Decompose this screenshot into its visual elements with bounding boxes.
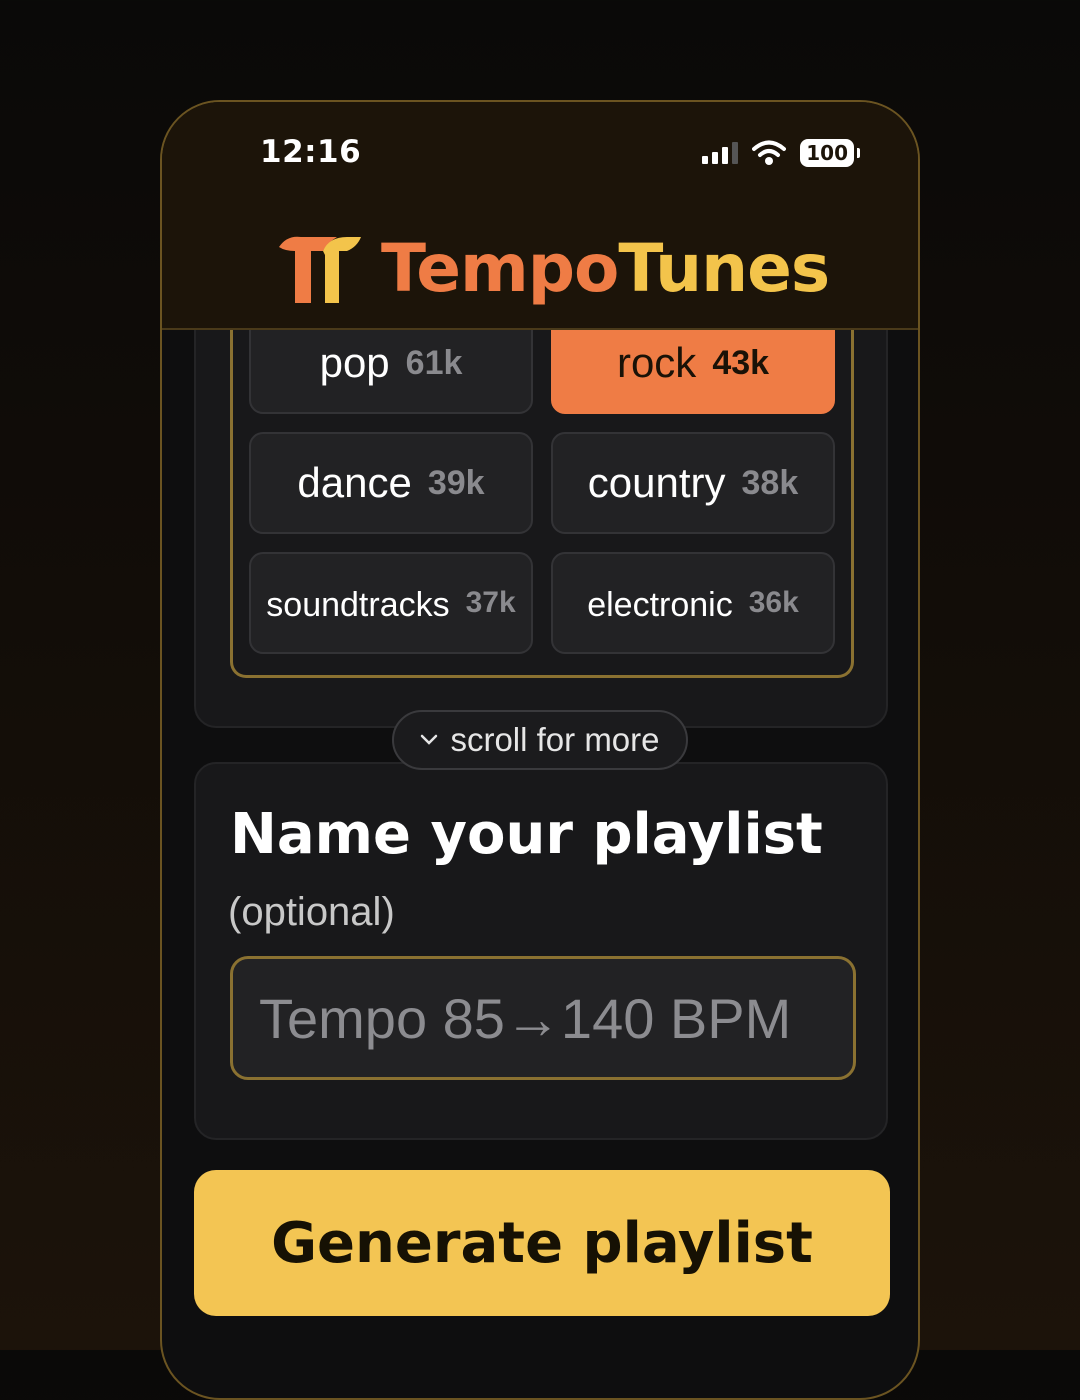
app-header: 12:16 100 TempoTunes — [162, 102, 918, 330]
brand-name-tempo: Tempo — [381, 230, 619, 307]
playlist-name-input[interactable] — [230, 956, 856, 1080]
name-section-subtitle: (optional) — [228, 890, 395, 934]
phone-frame: 12:16 100 TempoTunes pop 61k rock 43k da… — [160, 100, 920, 1400]
genre-chip-soundtracks[interactable]: soundtracks 37k — [249, 552, 533, 654]
genre-chip-electronic[interactable]: electronic 36k — [551, 552, 835, 654]
genre-count: 36k — [748, 586, 799, 619]
genre-count: 61k — [405, 343, 463, 382]
battery-icon: 100 — [800, 139, 860, 167]
wifi-icon — [752, 140, 787, 165]
signal-icon — [702, 142, 739, 164]
name-playlist-card: Name your playlist (optional) — [194, 762, 888, 1140]
genre-name: soundtracks — [266, 586, 450, 624]
tempotunes-logo-icon — [279, 236, 361, 303]
brand-name-tunes: Tunes — [618, 230, 830, 307]
genre-name: electronic — [587, 586, 733, 624]
genre-chip-country[interactable]: country 38k — [551, 432, 835, 534]
status-time: 12:16 — [260, 134, 362, 170]
genre-count: 43k — [712, 343, 770, 382]
brand-logo: TempoTunes — [277, 230, 830, 307]
scroll-hint-label: scroll for more — [450, 721, 660, 758]
genre-chip-dance[interactable]: dance 39k — [249, 432, 533, 534]
genre-name: pop — [319, 339, 390, 386]
generate-playlist-button[interactable]: Generate playlist — [194, 1170, 890, 1316]
brand-name: TempoTunes — [381, 230, 830, 307]
genre-count: 39k — [427, 463, 485, 502]
status-icons: 100 — [702, 138, 860, 168]
genre-count: 38k — [741, 463, 799, 502]
genre-name: country — [587, 459, 726, 506]
scroll-hint[interactable]: scroll for more — [392, 710, 688, 770]
genre-name: dance — [297, 459, 412, 506]
genre-name: rock — [616, 339, 697, 386]
chevron-down-icon — [421, 734, 438, 745]
genre-count: 37k — [465, 586, 516, 619]
name-section-title: Name your playlist — [230, 802, 823, 867]
